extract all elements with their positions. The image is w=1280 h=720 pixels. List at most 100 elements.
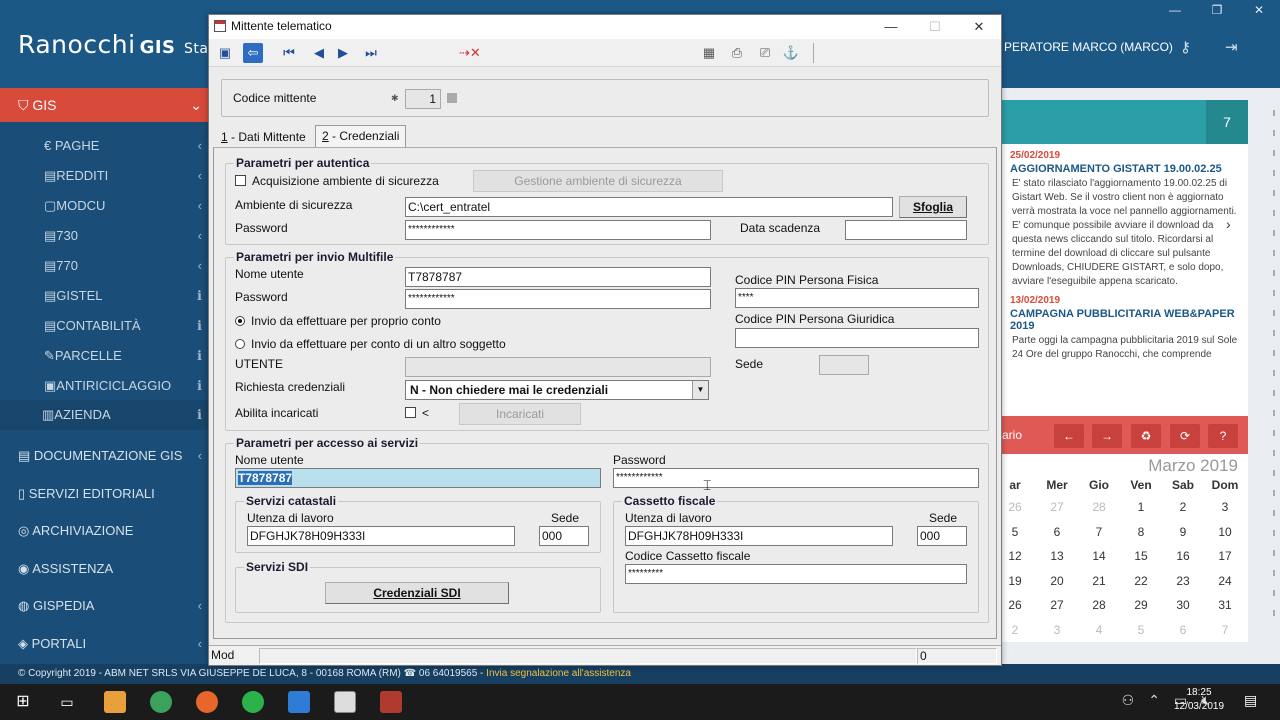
calendar-day[interactable]: 27 [1036,500,1078,514]
data-scadenza-field[interactable] [845,220,967,240]
autentica-password-field[interactable]: ************ [405,220,711,240]
calendar-refresh-button[interactable]: ⟳ [1170,424,1200,448]
sidebar-item-documentazione[interactable]: ▤ DOCUMENTAZIONE GIS ‹ [18,448,210,464]
chrome-icon[interactable] [150,691,172,713]
radio-proprio-conto[interactable]: Invio da effettuare per proprio conto [235,314,441,328]
dialog-maximize-button[interactable]: ☐ [913,15,957,39]
abilita-incaricati-checkbox[interactable]: < [405,406,429,420]
calendar-day[interactable]: 16 [1162,549,1204,563]
pin-giuridica-field[interactable] [735,328,979,348]
calendar-day[interactable]: 23 [1162,574,1204,588]
calendar-day[interactable]: 31 [1204,598,1246,612]
sidebar-item-servizi-editoriali[interactable]: ▯ SERVIZI EDITORIALI [18,486,210,502]
sidebar-item-azienda[interactable]: ▥AZIENDA ℹ [0,400,210,430]
calendar-recycle-button[interactable]: ♻ [1131,424,1161,448]
sidebar-item-modcu[interactable]: ▢MODCU ‹ [44,198,210,214]
calendar-day[interactable]: 14 [1078,549,1120,563]
utente-field[interactable] [405,357,711,377]
sidebar-item-730[interactable]: ▤730 ‹ [44,228,210,244]
calendar-day[interactable]: 29 [1120,598,1162,612]
chevron-up-icon[interactable]: ⌃ [1148,692,1160,709]
dropdown-arrow-icon[interactable]: ▼ [692,381,708,399]
firefox-icon[interactable] [196,691,218,713]
first-record-icon[interactable]: ⏮ [279,43,299,63]
tab-dati-mittente[interactable]: 1 - Dati Mittente [215,127,312,149]
whatsapp-icon[interactable] [242,691,264,713]
calendar-prev-button[interactable]: ← [1054,424,1084,448]
calendar-day[interactable]: 28 [1078,500,1120,514]
servizi-password-field[interactable]: ************ [613,468,979,488]
servizi-nome-field[interactable]: T7878787 [235,468,601,488]
sidebar-item-gistel[interactable]: ▤GISTEL ℹ [44,288,210,304]
news-title-link[interactable]: AGGIORNAMENTO GISTART 19.00.02.25 [1002,161,1248,177]
credenziali-sdi-button[interactable]: Credenziali SDI [325,582,509,604]
sidebar-item-gis[interactable]: ⛉ GIS ⌄ [0,88,210,122]
ambiente-field[interactable]: C:\cert_entratel [405,197,893,217]
richiesta-credenziali-select[interactable]: N - Non chiedere mai le credenziali ▼ [405,380,709,400]
sidebar-item-paghe[interactable]: € PAGHE ‹ [44,138,210,153]
calendar-day[interactable]: 3 [1204,500,1246,514]
calendar-day[interactable]: 9 [1162,525,1204,539]
calendar-day[interactable]: 10 [1204,525,1246,539]
calendar-day[interactable]: 27 [1036,598,1078,612]
pin-fisica-field[interactable]: **** [735,288,979,308]
minimize-button[interactable]: — [1154,0,1196,20]
next-record-icon[interactable]: ▶ [333,43,353,63]
calendar-day[interactable]: 7 [1078,525,1120,539]
calculator-icon[interactable]: ▦ [699,43,719,63]
print-icon[interactable]: ⎙ [727,43,747,63]
calendar-day[interactable]: 8 [1120,525,1162,539]
restore-button[interactable]: ❐ [1196,0,1238,20]
sidebar-item-redditi[interactable]: ▤REDDITI ‹ [44,168,210,184]
gis-app-icon[interactable] [380,691,402,713]
calendar-day[interactable]: 1 [1120,500,1162,514]
calendar-day[interactable]: 30 [1162,598,1204,612]
lookup-icon[interactable] [447,93,457,103]
help-icon[interactable]: ⚓ [781,43,801,63]
calendar-day[interactable]: 24 [1204,574,1246,588]
key-icon[interactable]: ⚷ [1180,38,1191,56]
cassetto-sede-field[interactable]: 000 [917,526,967,546]
calendar-day[interactable]: 4 [1078,623,1120,637]
calendar-day[interactable]: 13 [1036,549,1078,563]
back-icon[interactable]: ⇦ [243,43,263,63]
cassetto-codice-field[interactable]: ********* [625,564,967,584]
previous-record-icon[interactable]: ◀ [309,43,329,63]
support-link[interactable]: Invia segnalazione all'assistenza [486,668,631,679]
calendar-next-button[interactable]: → [1092,424,1122,448]
catastali-utenza-field[interactable]: DFGHJK78H09H333I [247,526,515,546]
tab-credenziali[interactable]: 2 - Credenziali [315,125,407,147]
sidebar-item-contabilita[interactable]: ▤CONTABILITÀ ℹ [44,318,210,334]
gestione-ambiente-button[interactable]: Gestione ambiente di sicurezza [473,170,723,192]
window-app-icon[interactable] [334,691,356,713]
sidebar-item-gispedia[interactable]: ◍ GISPEDIA ‹ [18,598,210,614]
sidebar-item-antiriciclaggio[interactable]: ▣ANTIRICICLAGGIO ℹ [44,378,210,394]
calendar-day[interactable]: 5 [1120,623,1162,637]
sidebar-item-archiviazione[interactable]: ◎ ARCHIVIAZIONE [18,523,210,539]
people-icon[interactable]: ⚇ [1122,692,1135,709]
calendar-help-button[interactable]: ? [1208,424,1238,448]
cassetto-utenza-field[interactable]: DFGHJK78H09H333I [625,526,893,546]
task-view-icon[interactable]: ▭ [56,691,78,713]
dialog-minimize-button[interactable]: — [869,15,913,39]
sidebar-item-parcelle[interactable]: ✎PARCELLE ℹ [44,348,210,364]
notification-icon[interactable]: ▤ [1244,692,1264,712]
multifile-nome-field[interactable]: T7878787 [405,267,711,287]
dialog-titlebar[interactable]: Mittente telematico — ☐ ✕ [209,15,1001,39]
file-explorer-icon[interactable] [104,691,126,713]
sidebar-item-assistenza[interactable]: ◉ ASSISTENZA [18,561,210,577]
delete-icon[interactable]: ⇢✕ [459,43,481,63]
media-app-icon[interactable] [288,691,310,713]
calendar-day[interactable]: 7 [1204,623,1246,637]
taskbar-clock[interactable]: 18:25 12/03/2019 [1168,686,1230,714]
acquisizione-checkbox[interactable]: Acquisizione ambiente di sicurezza [235,174,439,188]
calendar-day[interactable]: 3 [1036,623,1078,637]
last-record-icon[interactable]: ⏭ [361,43,381,63]
catastali-sede-field[interactable]: 000 [539,526,589,546]
windows-start-icon[interactable]: ⊞ [12,691,34,713]
page-scrollbar[interactable] [1268,100,1280,660]
calendar-day[interactable]: 28 [1078,598,1120,612]
calendar-day[interactable]: 20 [1036,574,1078,588]
calendar-day[interactable]: 2 [1162,500,1204,514]
radio-altro-soggetto[interactable]: Invio da effettuare per conto di un altr… [235,337,506,351]
